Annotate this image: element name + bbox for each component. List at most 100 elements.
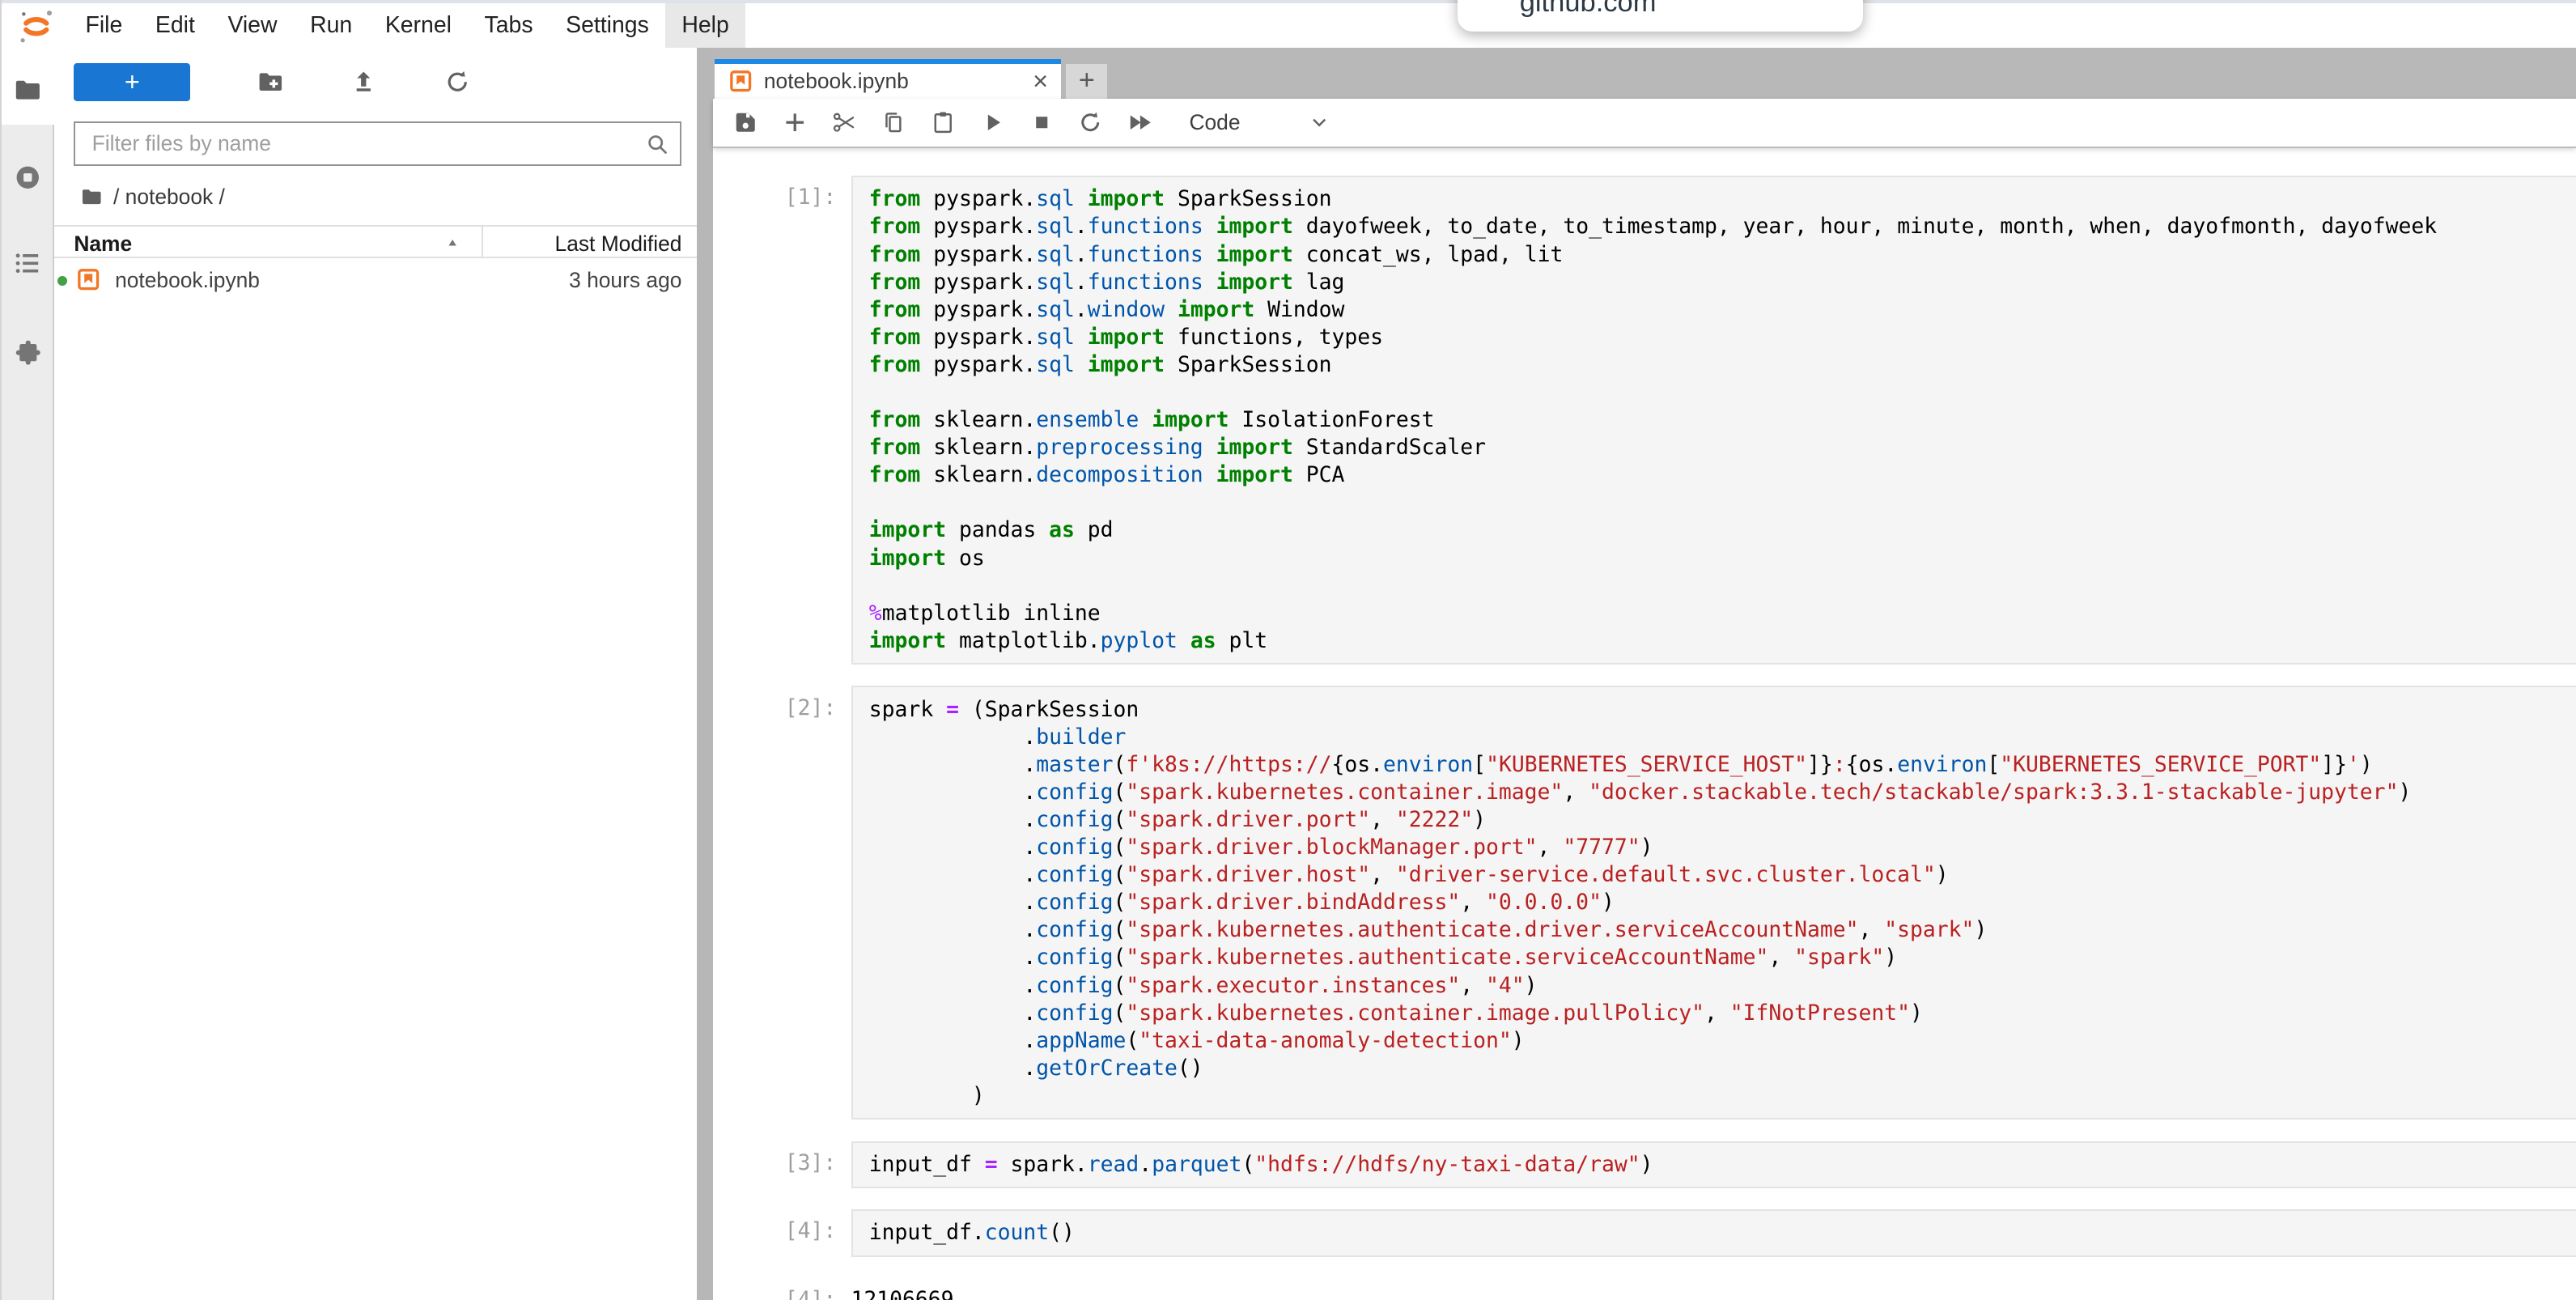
new-launcher-button[interactable]: +: [74, 63, 190, 101]
notebook-cell: [1]:from pyspark.sql import SparkSession…: [713, 176, 2576, 665]
refresh-icon[interactable]: [443, 68, 472, 96]
code-line: from sklearn.decomposition import PCA: [869, 461, 2576, 489]
chevron-down-icon[interactable]: [1309, 113, 1329, 132]
file-list-item[interactable]: notebook.ipynb 3 hours ago: [54, 258, 697, 301]
cell-prompt: [4]:: [713, 1278, 851, 1300]
column-header-last-modified[interactable]: Last Modified: [555, 232, 682, 257]
code-line: .config("spark.kubernetes.authenticate.d…: [869, 916, 2576, 944]
menu-item-tabs[interactable]: Tabs: [468, 3, 550, 48]
jupyter-logo-icon: [16, 6, 56, 46]
file-name: notebook.ipynb: [115, 268, 260, 293]
file-list-header: Name Last Modified: [54, 225, 697, 258]
github-popup: github.com: [1458, 0, 1863, 32]
file-browser-toolbar: +: [54, 62, 697, 102]
code-line: .config("spark.kubernetes.authenticate.s…: [869, 944, 2576, 971]
code-line: %matplotlib inline: [869, 600, 2576, 627]
main-area: notebook.ipynb × +: [713, 48, 2576, 1300]
activity-bar: [2, 48, 54, 1300]
notebook-toolbar: Code: [713, 99, 2576, 148]
code-line: .config("spark.driver.port", "2222"): [869, 806, 2576, 834]
cell-prompt: [1]:: [713, 176, 851, 665]
new-folder-icon[interactable]: [257, 68, 285, 96]
code-line: ): [869, 1082, 2576, 1110]
code-line: from pyspark.sql.functions import concat…: [869, 241, 2576, 269]
code-line: import matplotlib.pyplot as plt: [869, 627, 2576, 655]
code-line: spark = (SparkSession: [869, 696, 2576, 724]
code-line: [869, 572, 2576, 600]
jupyterlab-window: FileEditViewRunKernelTabsSettingsHelp gi…: [0, 0, 2576, 1300]
cell-output-row: [4]:12106669: [713, 1278, 2576, 1300]
search-icon: [644, 131, 670, 157]
new-tab-button[interactable]: +: [1066, 64, 1107, 99]
code-line: import pandas as pd: [869, 516, 2576, 544]
cell-input-editor[interactable]: input_df = spark.read.parquet("hdfs://hd…: [851, 1141, 2576, 1188]
upload-icon[interactable]: [350, 68, 378, 96]
code-line: .master(f'k8s://https://{os.environ["KUB…: [869, 751, 2576, 779]
code-line: .config("spark.driver.bindAddress", "0.0…: [869, 889, 2576, 916]
tab-label: notebook.ipynb: [764, 69, 909, 94]
breadcrumb[interactable]: / notebook /: [80, 184, 224, 210]
filter-files-input[interactable]: [75, 123, 680, 164]
notebook-file-icon: [77, 268, 100, 291]
code-line: .config("spark.kubernetes.container.imag…: [869, 1000, 2576, 1027]
run-icon[interactable]: [979, 109, 1005, 135]
code-line: from pyspark.sql import SparkSession: [869, 351, 2576, 379]
extension-manager-icon[interactable]: [13, 337, 43, 367]
save-icon[interactable]: [732, 109, 758, 135]
code-line: input_df.count(): [869, 1219, 2576, 1247]
cut-icon[interactable]: [831, 109, 857, 135]
code-line: .builder: [869, 724, 2576, 751]
code-line: input_df = spark.read.parquet("hdfs://hd…: [869, 1151, 2576, 1179]
menu-item-settings[interactable]: Settings: [550, 3, 665, 48]
table-of-contents-icon[interactable]: [13, 249, 43, 278]
column-separator: [482, 227, 483, 257]
breadcrumb-path: / notebook /: [113, 185, 225, 210]
notebook-content: [1]:from pyspark.sql import SparkSession…: [713, 147, 2576, 1300]
menu-item-help[interactable]: Help: [665, 3, 745, 48]
menu-item-kernel[interactable]: Kernel: [369, 3, 469, 48]
code-line: .config("spark.executor.instances", "4"): [869, 972, 2576, 1000]
restart-kernel-icon[interactable]: [1077, 109, 1103, 135]
code-line: .config("spark.driver.blockManager.port"…: [869, 834, 2576, 861]
notebook-cell: [2]:spark = (SparkSession .builder .mast…: [713, 686, 2576, 1119]
menu-item-edit[interactable]: Edit: [139, 3, 212, 48]
home-folder-icon[interactable]: [80, 185, 103, 208]
code-line: from pyspark.sql.window import Window: [869, 296, 2576, 324]
notebook-cell: [3]:input_df = spark.read.parquet("hdfs:…: [713, 1141, 2576, 1188]
cell-prompt: [4]:: [713, 1209, 851, 1256]
menu-item-file[interactable]: File: [69, 3, 138, 48]
file-browser-icon[interactable]: [13, 75, 43, 105]
menu-item-view[interactable]: View: [211, 3, 294, 48]
sort-ascending-icon: [445, 236, 460, 249]
tab-bar: notebook.ipynb × +: [713, 48, 2576, 99]
cell-type-select[interactable]: Code: [1189, 110, 1240, 135]
code-line: import os: [869, 545, 2576, 572]
copy-icon[interactable]: [881, 109, 906, 135]
cell-list: [1]:from pyspark.sql import SparkSession…: [713, 176, 2576, 1300]
code-line: .config("spark.kubernetes.container.imag…: [869, 779, 2576, 806]
tab-notebook[interactable]: notebook.ipynb ×: [715, 59, 1061, 99]
cell-input-editor[interactable]: spark = (SparkSession .builder .master(f…: [851, 686, 2576, 1119]
code-line: from sklearn.preprocessing import Standa…: [869, 434, 2576, 461]
code-line: [869, 489, 2576, 516]
code-line: from pyspark.sql.functions import lag: [869, 269, 2576, 296]
code-line: .getOrCreate(): [869, 1055, 2576, 1082]
code-line: [869, 379, 2576, 406]
code-line: from sklearn.ensemble import IsolationFo…: [869, 406, 2576, 434]
running-kernels-icon[interactable]: [13, 163, 43, 193]
tab-close-icon[interactable]: ×: [1033, 70, 1048, 92]
paste-icon[interactable]: [930, 109, 956, 135]
filter-files-box: [74, 121, 681, 166]
cell-prompt: [2]:: [713, 686, 851, 1119]
column-header-name[interactable]: Name: [74, 232, 132, 257]
cell-input-editor[interactable]: from pyspark.sql import SparkSessionfrom…: [851, 176, 2576, 665]
restart-run-all-icon[interactable]: [1127, 109, 1152, 135]
panel-split-handle[interactable]: [697, 48, 713, 1300]
insert-cell-icon[interactable]: [782, 109, 808, 135]
kernel-running-dot: [57, 276, 67, 286]
stop-icon[interactable]: [1029, 109, 1055, 135]
menu-item-run[interactable]: Run: [294, 3, 369, 48]
code-line: from pyspark.sql import functions, types: [869, 324, 2576, 351]
cell-input-editor[interactable]: input_df.count(): [851, 1209, 2576, 1256]
file-browser-panel: + / notebook /: [54, 48, 697, 1300]
